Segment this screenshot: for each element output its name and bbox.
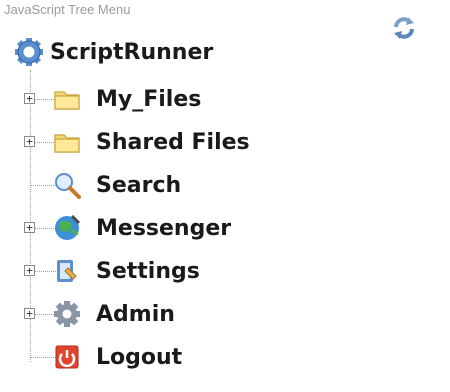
expand-toggle[interactable]: +: [24, 136, 35, 147]
tree-item-messenger[interactable]: + Messenger: [24, 211, 232, 245]
tree-root[interactable]: ScriptRunner: [14, 34, 213, 70]
tree-item-settings[interactable]: + Settings: [24, 254, 200, 288]
folder-icon: [52, 84, 82, 114]
tree-item-my-files[interactable]: + My_Files: [24, 82, 202, 116]
folder-icon: [52, 127, 82, 157]
expand-toggle[interactable]: +: [24, 308, 35, 319]
tree-item-label: Shared Files: [96, 129, 250, 155]
tree-item-label: My_Files: [96, 86, 202, 112]
gear-icon: [52, 299, 82, 329]
expand-toggle[interactable]: +: [24, 265, 35, 276]
tree-item-shared-files[interactable]: + Shared Files: [24, 125, 250, 159]
globe-icon: [52, 213, 82, 243]
tree-item-admin[interactable]: + Admin: [24, 297, 175, 331]
tree-item-label: Logout: [96, 344, 183, 370]
power-icon: [52, 342, 82, 372]
tree-item-label: Messenger: [96, 215, 232, 241]
tree-menu: JavaScript Tree Menu ScriptRunner + My_F…: [0, 0, 450, 392]
gear-icon: [15, 38, 43, 66]
tree-item-label: Admin: [96, 301, 175, 327]
expand-toggle[interactable]: +: [24, 222, 35, 233]
menu-caption: JavaScript Tree Menu: [4, 2, 131, 17]
root-label: ScriptRunner: [50, 39, 214, 65]
refresh-icon[interactable]: [390, 14, 418, 42]
tree-item-logout[interactable]: Logout: [30, 340, 182, 374]
tree-item-label: Settings: [96, 258, 200, 284]
settings-icon: [52, 256, 82, 286]
tree-item-search[interactable]: Search: [30, 168, 181, 202]
expand-toggle[interactable]: +: [24, 93, 35, 104]
magnifier-icon: [52, 170, 82, 200]
tree-item-label: Search: [96, 172, 182, 198]
